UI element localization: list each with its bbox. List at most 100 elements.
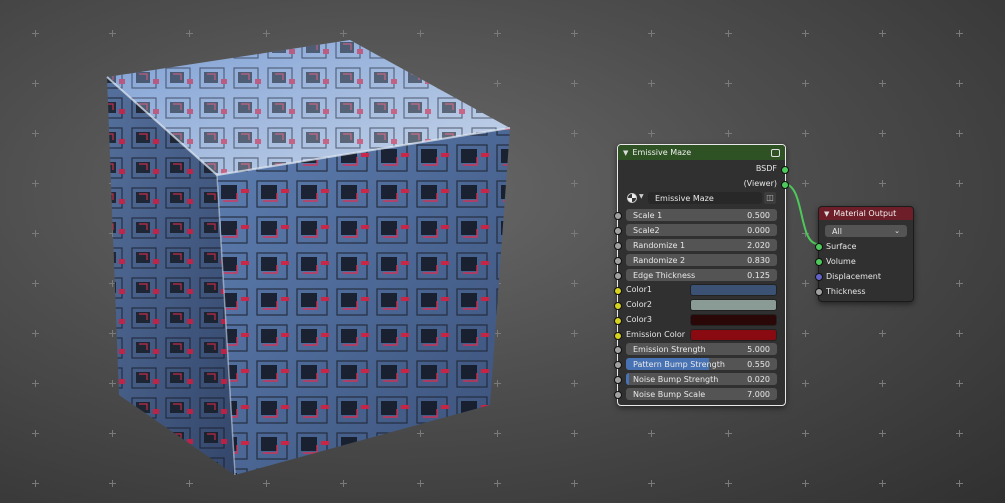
input-color1-label: Color1	[626, 285, 652, 294]
input-pattern-bump-strength-field[interactable]: Pattern Bump Strength 0.550	[626, 358, 777, 370]
field-value: 0.500	[747, 210, 770, 220]
input-noise-bump-strength-field[interactable]: Noise Bump Strength 0.020	[626, 373, 777, 385]
input-emission-strength-socket[interactable]	[614, 346, 622, 354]
grid-mark	[956, 280, 963, 287]
output-viewer-socket[interactable]	[781, 181, 789, 189]
chevron-down-icon: ⌄	[894, 227, 900, 235]
node-group-icon[interactable]	[771, 148, 780, 157]
input-scale-1-socket[interactable]	[614, 212, 622, 220]
material-output-header[interactable]: ▼ Material Output	[819, 207, 913, 220]
grid-mark	[802, 330, 809, 337]
grid-mark	[648, 80, 655, 87]
input-emission-strength-field[interactable]: Emission Strength 5.000	[626, 343, 777, 355]
grid-mark	[32, 80, 39, 87]
output-bsdf-socket[interactable]	[781, 166, 789, 174]
field-value: 0.020	[747, 374, 770, 384]
field-label: Scale2	[633, 225, 660, 235]
target-dropdown[interactable]: All ⌄	[825, 225, 907, 237]
grid-mark	[956, 330, 963, 337]
field-value: 7.000	[747, 389, 770, 399]
input-noise-bump-scale-field[interactable]: Noise Bump Scale 7.000	[626, 388, 777, 400]
grid-mark	[571, 30, 578, 37]
field-value: 5.000	[747, 344, 770, 354]
cube-preview	[106, 40, 511, 476]
node-title: Emissive Maze	[632, 148, 692, 157]
input-scale2-socket[interactable]	[614, 227, 622, 235]
input-color1-socket[interactable]	[614, 287, 622, 295]
grid-mark	[571, 380, 578, 387]
input-randomize-2-field[interactable]: Randomize 2 0.830	[626, 254, 777, 266]
grid-mark	[879, 480, 886, 487]
field-label: Noise Bump Scale	[633, 389, 706, 399]
material-icon[interactable]	[627, 193, 637, 203]
emissive-maze-header[interactable]: ▼ Emissive Maze	[618, 145, 785, 160]
grid-mark	[879, 430, 886, 437]
grid-mark	[32, 430, 39, 437]
emissive-maze-node[interactable]: ▼ Emissive Maze BSDF (Viewer) ▼ Emissive…	[614, 144, 789, 406]
input-pattern-bump-strength-socket[interactable]	[614, 361, 622, 369]
output-bsdf-label: BSDF	[755, 164, 777, 173]
grid-mark	[725, 80, 732, 87]
input-edge-thickness-socket[interactable]	[614, 272, 622, 280]
input-displacement-label: Displacement	[826, 272, 881, 281]
grid-mark	[571, 430, 578, 437]
grid-mark	[956, 30, 963, 37]
grid-mark	[725, 30, 732, 37]
input-emission-color-label: Emission Color	[626, 330, 686, 339]
output-viewer-label: (Viewer)	[743, 179, 777, 188]
grid-mark	[648, 130, 655, 137]
input-randomize-2-socket[interactable]	[614, 257, 622, 265]
grid-mark	[32, 380, 39, 387]
input-color1-swatch[interactable]	[690, 284, 777, 296]
grid-mark	[879, 330, 886, 337]
input-color2-socket[interactable]	[614, 302, 622, 310]
input-displacement-socket[interactable]	[815, 273, 823, 281]
input-color3-socket[interactable]	[614, 317, 622, 325]
input-color3-label: Color3	[626, 315, 652, 324]
grid-mark	[879, 30, 886, 37]
input-scale2-field[interactable]: Scale2 0.000	[626, 224, 777, 236]
grid-mark	[648, 480, 655, 487]
grid-mark	[571, 130, 578, 137]
field-label: Scale 1	[633, 210, 663, 220]
field-value: 0.550	[747, 359, 770, 369]
input-thickness-label: Thickness	[826, 287, 866, 296]
grid-mark	[571, 280, 578, 287]
input-scale-1-field[interactable]: Scale 1 0.500	[626, 209, 777, 221]
collapse-chevron-icon[interactable]: ▼	[623, 149, 628, 157]
material-output-node[interactable]: ▼ Material Output All ⌄ Surface Volume Dis…	[815, 206, 914, 302]
grid-mark	[956, 430, 963, 437]
input-color3-swatch[interactable]	[690, 314, 777, 326]
field-label: Randomize 2	[633, 255, 686, 265]
input-randomize-1-field[interactable]: Randomize 1 2.020	[626, 239, 777, 251]
field-value: 0.125	[747, 270, 770, 280]
grid-mark	[879, 80, 886, 87]
grid-mark	[571, 80, 578, 87]
input-edge-thickness-field[interactable]: Edge Thickness 0.125	[626, 269, 777, 281]
grid-mark	[802, 230, 809, 237]
input-volume-socket[interactable]	[815, 258, 823, 266]
grid-mark	[648, 30, 655, 37]
input-noise-bump-scale-socket[interactable]	[614, 391, 622, 399]
input-thickness-socket[interactable]	[815, 288, 823, 296]
grid-mark	[571, 330, 578, 337]
grid-mark	[571, 230, 578, 237]
grid-mark	[802, 280, 809, 287]
grid-mark	[956, 80, 963, 87]
node-group-selector[interactable]: Emissive Maze	[648, 192, 762, 204]
chevron-down-icon[interactable]: ▼	[639, 193, 644, 200]
input-emission-color-swatch[interactable]	[690, 329, 777, 341]
grid-mark	[725, 480, 732, 487]
field-value: 0.830	[747, 255, 770, 265]
fake-user-shield-icon[interactable]: ◫	[764, 192, 776, 204]
input-surface-socket[interactable]	[815, 243, 823, 251]
grid-mark	[32, 30, 39, 37]
input-randomize-1-socket[interactable]	[614, 242, 622, 250]
grid-mark	[32, 130, 39, 137]
input-emission-color-socket[interactable]	[614, 332, 622, 340]
input-noise-bump-strength-socket[interactable]	[614, 376, 622, 384]
grid-mark	[956, 380, 963, 387]
collapse-chevron-icon[interactable]: ▼	[824, 210, 829, 218]
input-color2-swatch[interactable]	[690, 299, 777, 311]
input-surface-label: Surface	[826, 242, 857, 251]
